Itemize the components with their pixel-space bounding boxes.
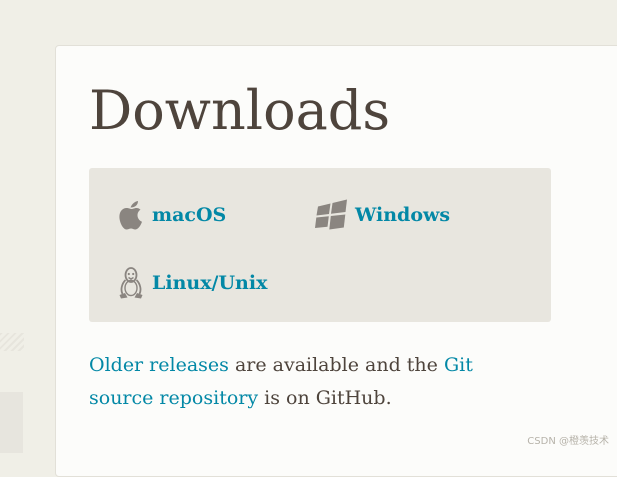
apple-icon — [116, 198, 146, 232]
linux-unix-label: Linux/Unix — [152, 272, 268, 294]
download-windows-link[interactable]: Windows — [315, 198, 450, 232]
source-repository-link[interactable]: source repository — [89, 387, 258, 409]
info-text-2: is on GitHub. — [258, 387, 392, 409]
windows-label: Windows — [355, 204, 451, 226]
page-title: Downloads — [89, 79, 391, 142]
download-linux-unix-link[interactable]: Linux/Unix — [116, 266, 267, 300]
releases-info-paragraph: Older releases are available and the Git… — [89, 349, 559, 415]
macos-label: macOS — [152, 204, 227, 226]
windows-icon — [315, 198, 347, 232]
background-side-block — [0, 392, 23, 453]
download-macos-link[interactable]: macOS — [116, 198, 226, 232]
watermark-text: CSDN @橙羡技术 — [527, 436, 609, 447]
git-link[interactable]: Git — [444, 354, 473, 376]
older-releases-link[interactable]: Older releases — [89, 354, 229, 376]
downloads-panel: macOS Windows Linux/Unix — [89, 168, 551, 322]
background-texture-stripe — [0, 333, 24, 351]
info-text-1: are available and the — [228, 354, 444, 376]
downloads-card: Downloads macOS Windows Linux/Unix Older… — [55, 45, 617, 477]
tux-icon — [116, 266, 146, 300]
